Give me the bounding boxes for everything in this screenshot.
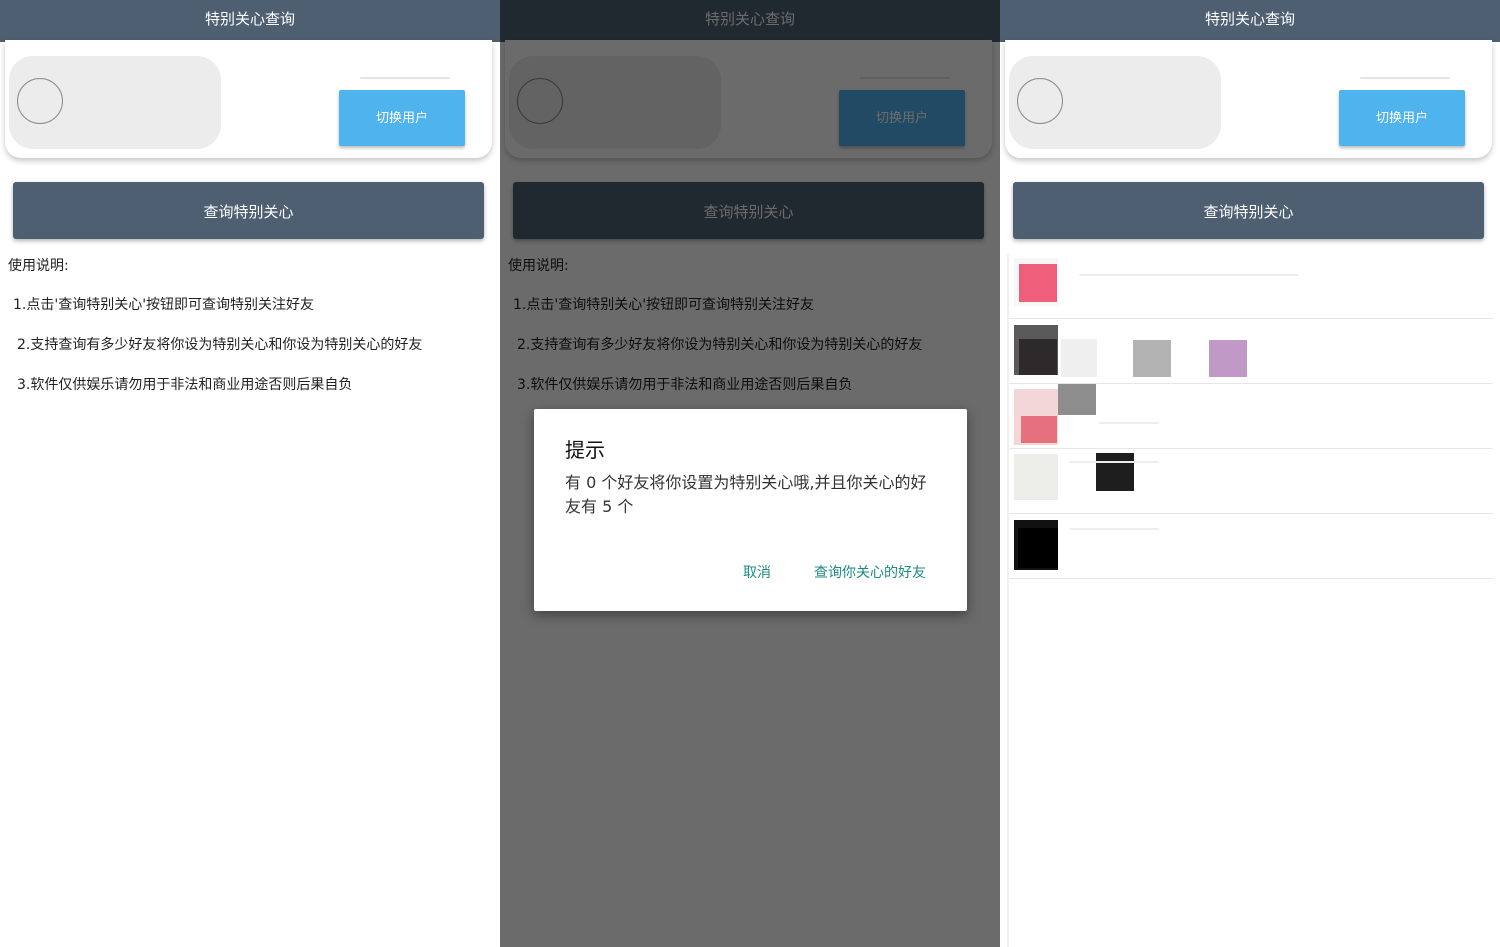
friend-list-item[interactable] (1009, 449, 1493, 514)
page-title: 特别关心查询 (204, 10, 295, 28)
avatar (17, 78, 63, 124)
redacted-name (1099, 422, 1159, 424)
redacted-name (1069, 461, 1159, 463)
usage-item: 1.点击'查询特别关心'按钮即可查询特别关注好友 (13, 297, 315, 313)
query-special-care-button[interactable]: 查询特别关心 (13, 182, 484, 239)
switch-user-button[interactable]: 切换用户 (339, 90, 465, 146)
avatar (1019, 339, 1057, 375)
dialog-title: 提示 (565, 438, 605, 462)
avatar (1096, 453, 1134, 491)
redacted-account (1360, 77, 1450, 79)
dialog-screen: 特别关心查询 切换用户 查询特别关心 使用说明: 1.点击'查询特别关心'按钮即… (500, 0, 1000, 947)
dialog-message: 有 0 个好友将你设置为特别关心哦,并且你关心的好友有 5 个 (565, 473, 927, 516)
avatar (1021, 416, 1057, 443)
redacted-account (360, 77, 450, 79)
alert-dialog: 提示 有 0 个好友将你设置为特别关心哦,并且你关心的好友有 5 个 取消 查询… (534, 409, 967, 611)
avatar (1209, 340, 1247, 377)
redacted-name (1079, 274, 1299, 276)
main-screen: 特别关心查询 切换用户 查询特别关心 使用说明: 1.点击'查询特别关心'按钮即… (0, 0, 500, 947)
user-card: 切换用户 (1005, 40, 1492, 158)
redacted-name (1069, 528, 1159, 530)
app-title-bar: 特别关心查询 (0, 0, 500, 42)
friend-list-item[interactable] (1009, 254, 1493, 319)
dialog-cancel-button[interactable]: 取消 (743, 562, 771, 582)
avatar (1058, 384, 1096, 415)
avatar (1018, 528, 1058, 568)
friend-list-item[interactable] (1009, 384, 1493, 449)
friend-list-item[interactable] (1009, 514, 1493, 579)
user-info-box (1009, 56, 1221, 149)
usage-item: 3.软件仅供娱乐请勿用于非法和商业用途否则后果自负 (17, 377, 353, 393)
app-title-bar: 特别关心查询 (1000, 0, 1500, 42)
dialog-confirm-button[interactable]: 查询你关心的好友 (814, 562, 926, 582)
avatar (1017, 78, 1063, 124)
avatar (1019, 264, 1057, 302)
query-special-care-button[interactable]: 查询特别关心 (1013, 182, 1484, 239)
usage-item: 2.支持查询有多少好友将你设为特别关心和你设为特别关心的好友 (17, 337, 423, 353)
avatar (1133, 340, 1171, 377)
avatar (1061, 339, 1097, 377)
usage-title: 使用说明: (8, 258, 69, 274)
avatar (1014, 454, 1058, 500)
user-info-box (9, 56, 221, 149)
switch-user-button[interactable]: 切换用户 (1339, 90, 1465, 146)
user-card: 切换用户 (5, 40, 492, 158)
friend-list-item[interactable] (1009, 319, 1493, 384)
page-title: 特别关心查询 (1204, 10, 1295, 28)
